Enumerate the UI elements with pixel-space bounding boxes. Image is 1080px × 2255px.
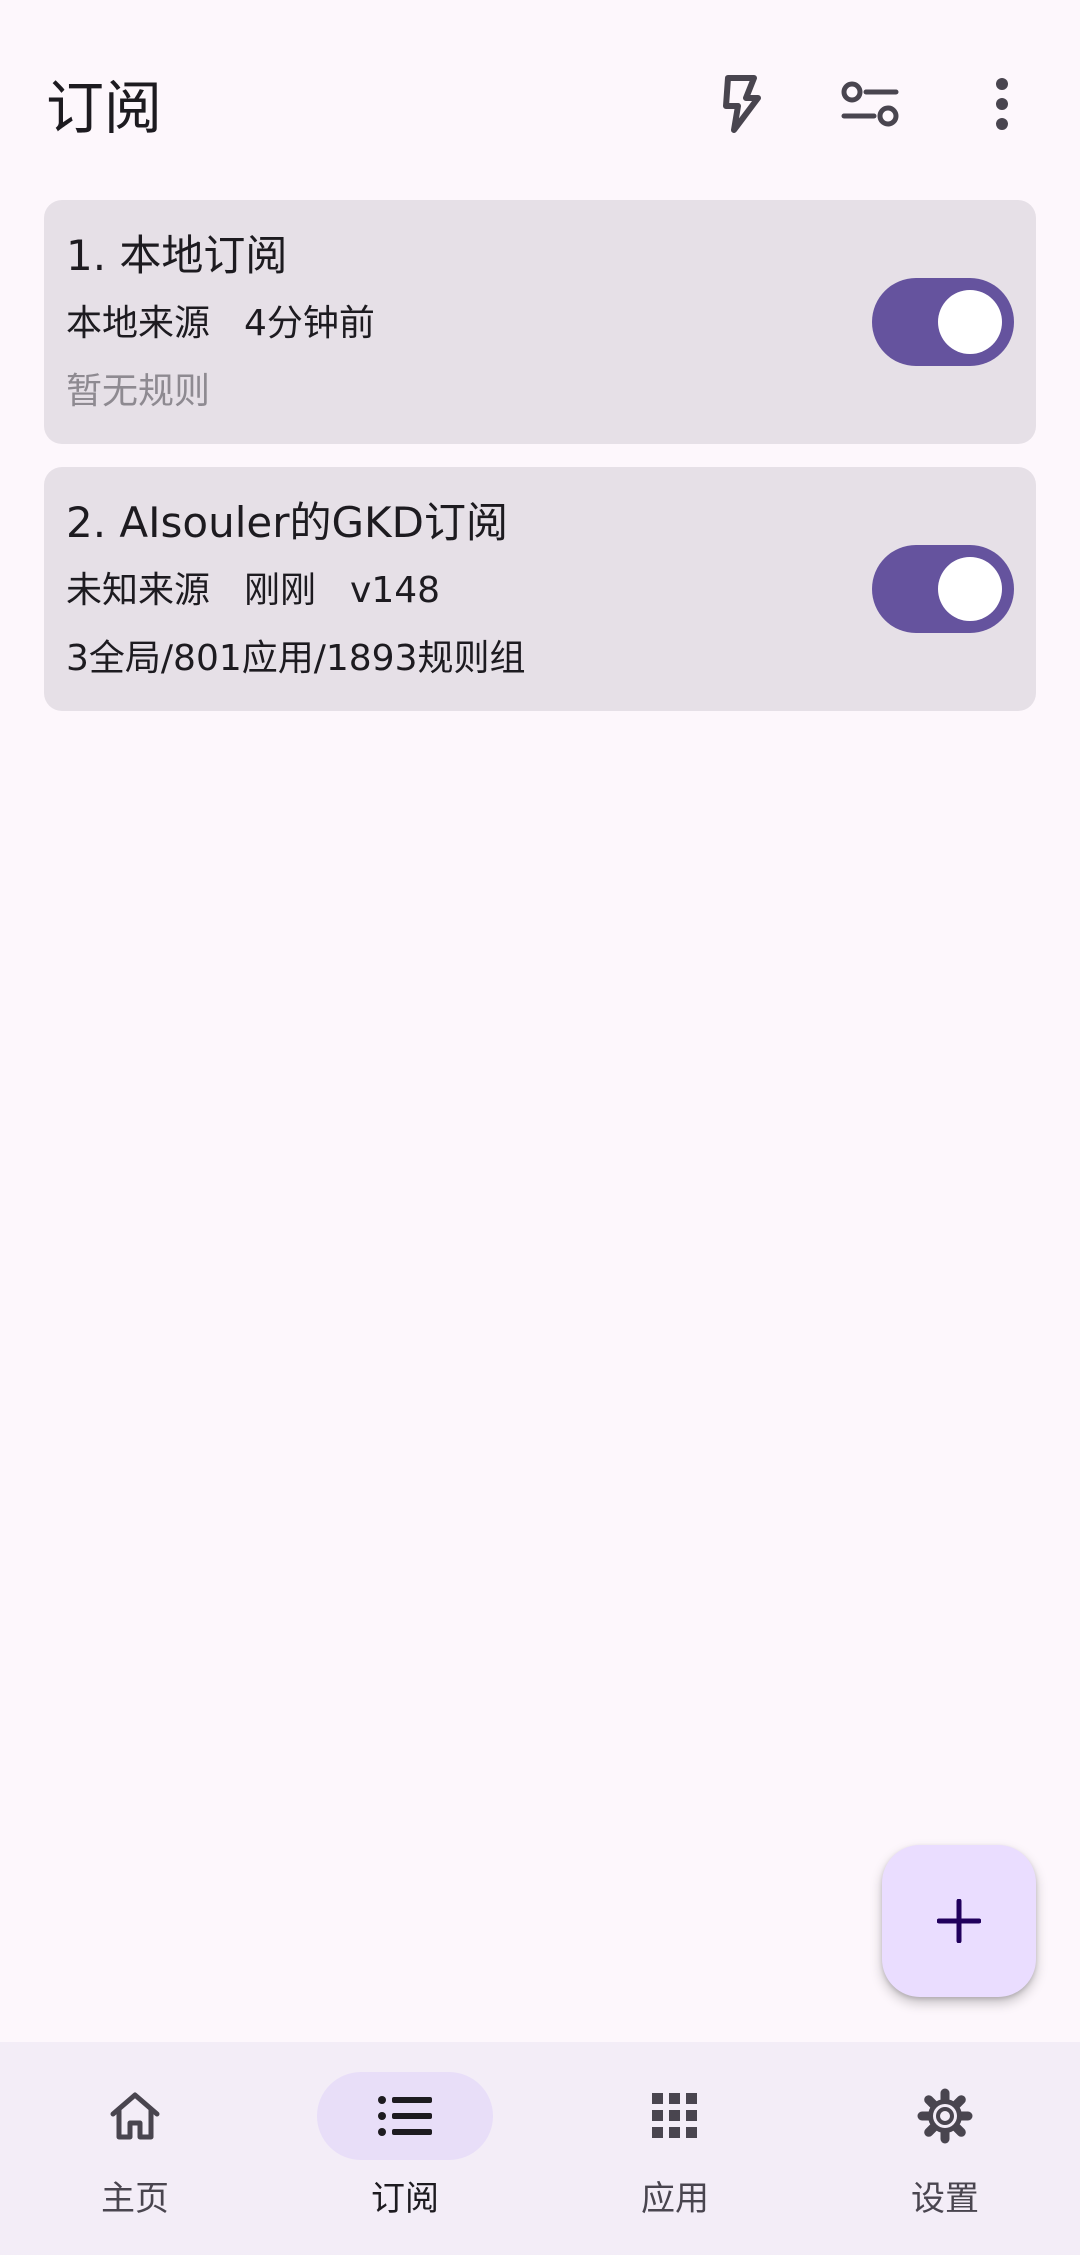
subscription-rules: 3全局/801应用/1893规则组 bbox=[66, 638, 526, 679]
subscription-meta: 未知来源 刚刚 v148 bbox=[66, 567, 440, 615]
subscription-version: v148 bbox=[350, 570, 441, 611]
subscription-card[interactable]: 1. 本地订阅 本地来源 4分钟前 暂无规则 bbox=[44, 200, 1036, 444]
nav-indicator bbox=[47, 2072, 223, 2160]
toggle-thumb bbox=[938, 557, 1002, 621]
more-vert-icon[interactable] bbox=[966, 68, 1038, 140]
home-icon bbox=[110, 2092, 160, 2140]
nav-indicator bbox=[857, 2072, 1033, 2160]
subscription-title: 1. 本地订阅 bbox=[66, 231, 288, 280]
subscription-toggle[interactable] bbox=[872, 278, 1014, 366]
bottom-navigation: 主页 订阅 应用 设置 bbox=[0, 2042, 1080, 2255]
nav-item-settings[interactable]: 设置 bbox=[810, 2042, 1080, 2255]
plus-icon bbox=[937, 1899, 981, 1943]
subscription-time: 4分钟前 bbox=[244, 303, 375, 344]
list-icon bbox=[378, 2096, 432, 2136]
nav-item-home[interactable]: 主页 bbox=[0, 2042, 270, 2255]
nav-indicator bbox=[587, 2072, 763, 2160]
apps-grid-icon bbox=[652, 2093, 697, 2138]
subscription-card[interactable]: 2. AIsouler的GKD订阅 未知来源 刚刚 v148 3全局/801应用/1… bbox=[44, 467, 1036, 711]
add-subscription-button[interactable] bbox=[882, 1845, 1036, 1997]
nav-label: 应用 bbox=[641, 2179, 709, 2219]
page-title: 订阅 bbox=[46, 74, 163, 142]
lightning-bolt-icon[interactable] bbox=[704, 68, 776, 140]
subscription-source: 未知来源 bbox=[66, 570, 211, 611]
nav-label: 主页 bbox=[101, 2179, 169, 2219]
subscription-rules: 暂无规则 bbox=[66, 371, 211, 412]
gear-icon bbox=[917, 2088, 973, 2144]
subscription-time: 刚刚 bbox=[244, 570, 317, 611]
nav-indicator bbox=[317, 2072, 493, 2160]
nav-label: 订阅 bbox=[371, 2179, 439, 2219]
filter-sliders-icon[interactable] bbox=[834, 68, 906, 140]
subscription-source: 本地来源 bbox=[66, 303, 211, 344]
subscription-title: 2. AIsouler的GKD订阅 bbox=[66, 498, 508, 547]
subscription-meta: 本地来源 4分钟前 bbox=[66, 300, 375, 348]
nav-item-subscriptions[interactable]: 订阅 bbox=[270, 2042, 540, 2255]
top-app-bar: 订阅 bbox=[0, 0, 1080, 200]
nav-label: 设置 bbox=[911, 2179, 979, 2219]
subscription-toggle[interactable] bbox=[872, 545, 1014, 633]
toggle-thumb bbox=[938, 290, 1002, 354]
nav-item-apps[interactable]: 应用 bbox=[540, 2042, 810, 2255]
